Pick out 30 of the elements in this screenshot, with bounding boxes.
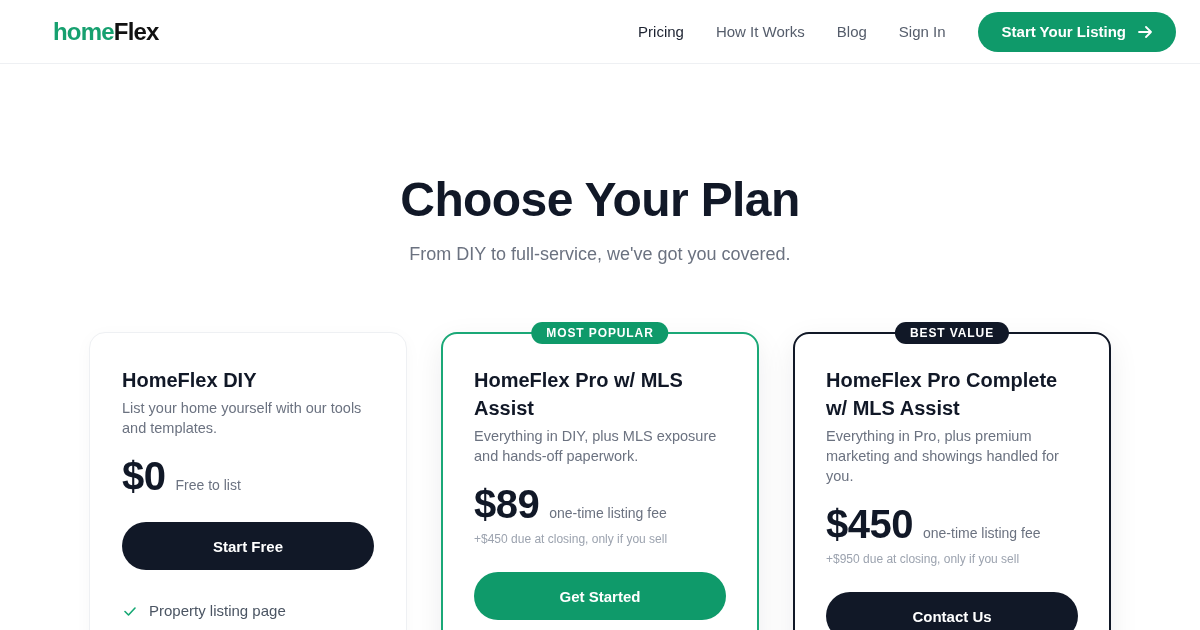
price-note: one-time listing fee [923,525,1041,541]
logo[interactable]: homeFlex [53,17,159,46]
plan-name: HomeFlex DIY [122,368,258,393]
plan-description: Everything in DIY, plus MLS exposure and hands-off paperwork. [474,427,718,466]
closing-fee-note: +$450 due at closing, only if you sell [474,531,669,548]
nav-link[interactable]: Blog [836,20,867,43]
start-listing-button[interactable]: Start Your Listing [977,11,1176,52]
plan-button[interactable]: Contact Us [826,592,1078,630]
plan-price: $89 [474,482,540,526]
page-title: Choose Your Plan [399,172,801,228]
check-icon [124,606,136,616]
nav-link[interactable]: Pricing [638,20,684,43]
nav-link[interactable]: Sign In [898,20,946,43]
price-note: one-time listing fee [549,505,667,521]
plan-name: HomeFlex Pro w/ MLS Assist [474,368,684,421]
plan-badge: BEST VALUE [894,322,1010,344]
plan-price: $450 [826,502,913,546]
plan-description: Everything in Pro, plus premium marketing and showings handled for you. [826,427,1060,486]
plan-description: List your home yourself with our tools and templates. [122,399,363,438]
price-note: Free to list [175,477,241,493]
plan-price: $0 [122,454,166,498]
plan-button[interactable]: Get Started [474,572,726,620]
arrow-right-icon [1138,25,1152,38]
plan-badge: MOST POPULAR [531,322,669,344]
plan-name: HomeFlex Pro Complete w/ MLS Assist [826,368,1059,421]
plan-button[interactable]: Start Free [122,522,374,570]
page-subtitle: From DIY to full-service, we've got you covered. [408,243,792,266]
closing-fee-note: +$950 due at closing, only if you sell [826,551,1021,568]
nav-link[interactable]: How It Works [715,20,805,43]
feature-text: Property listing page [149,601,286,621]
